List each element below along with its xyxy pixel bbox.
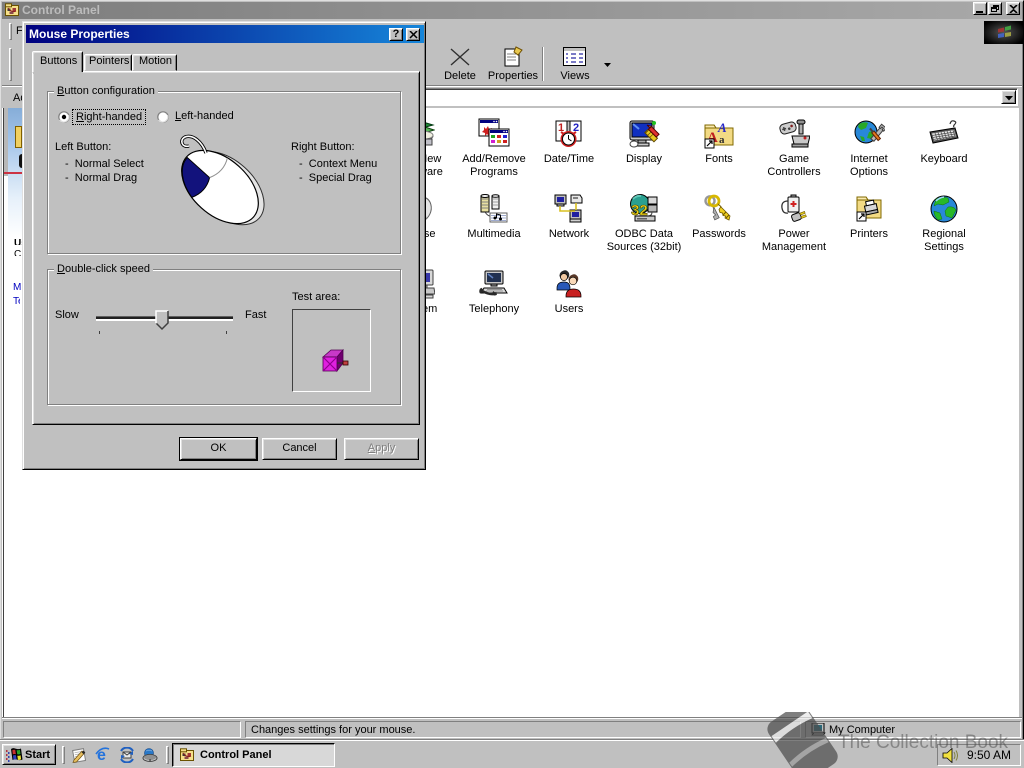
svg-text:a: a [719,134,725,146]
svg-text:A: A [717,120,727,135]
